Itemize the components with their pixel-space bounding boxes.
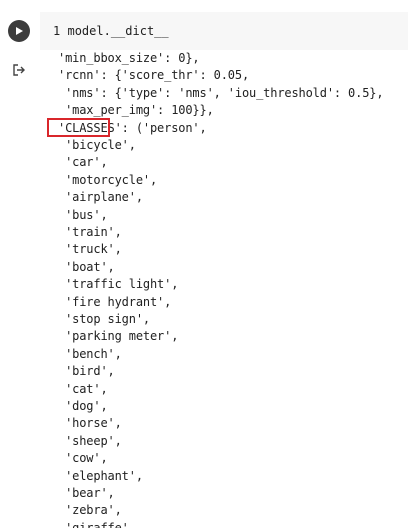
output-line: 'bear', [58, 486, 115, 500]
output-line: 'min_bbox_size': 0}, [58, 51, 200, 65]
output-line: 'airplane', [58, 190, 143, 205]
run-cell-button[interactable] [8, 20, 30, 42]
output-line: 'sheep', [58, 433, 122, 448]
output-line: 'motorcycle', [58, 172, 158, 187]
output-line: 'dog', [58, 399, 108, 413]
output-redirect-icon[interactable] [11, 62, 27, 78]
output-line: 'boat', [58, 259, 115, 274]
code-line: 1 model.__dict__ [53, 23, 169, 39]
cell-gutter [0, 0, 40, 528]
output-line: 'giraffe', [58, 520, 136, 528]
output-line: 'elephant', [58, 468, 143, 483]
output-line: 'truck', [58, 242, 122, 257]
output-line: 'parking meter', [58, 329, 179, 344]
output-line: 'bus', [58, 207, 108, 222]
output-line: 'max_per_img': 100}}, [58, 103, 214, 118]
output-line: 'traffic light', [58, 277, 179, 292]
output-line: 'cat', [58, 381, 108, 396]
output-line: 'bicycle', [58, 138, 136, 152]
code-text: model.__dict__ [67, 24, 169, 38]
output-line: 'rcnn': {'score_thr': 0.05, [58, 68, 250, 83]
output-line: 'nms': {'type': 'nms', 'iou_threshold': … [58, 85, 384, 100]
line-number: 1 [53, 24, 61, 38]
output-line: 'zebra', [58, 503, 122, 518]
play-icon [16, 27, 23, 35]
output-line: 'horse', [58, 416, 122, 431]
output-line: 'fire hydrant', [58, 294, 172, 309]
output-line: 'bench', [58, 346, 122, 361]
output-line: 'bird', [58, 364, 115, 379]
output-line: 'cow', [58, 451, 108, 466]
code-editor[interactable]: 1 model.__dict__ [40, 12, 408, 50]
output-line: 'train', [58, 225, 122, 239]
output-line: 'stop sign', [58, 312, 150, 326]
classes-highlight-box [47, 118, 110, 137]
output-line: 'car', [58, 155, 108, 170]
